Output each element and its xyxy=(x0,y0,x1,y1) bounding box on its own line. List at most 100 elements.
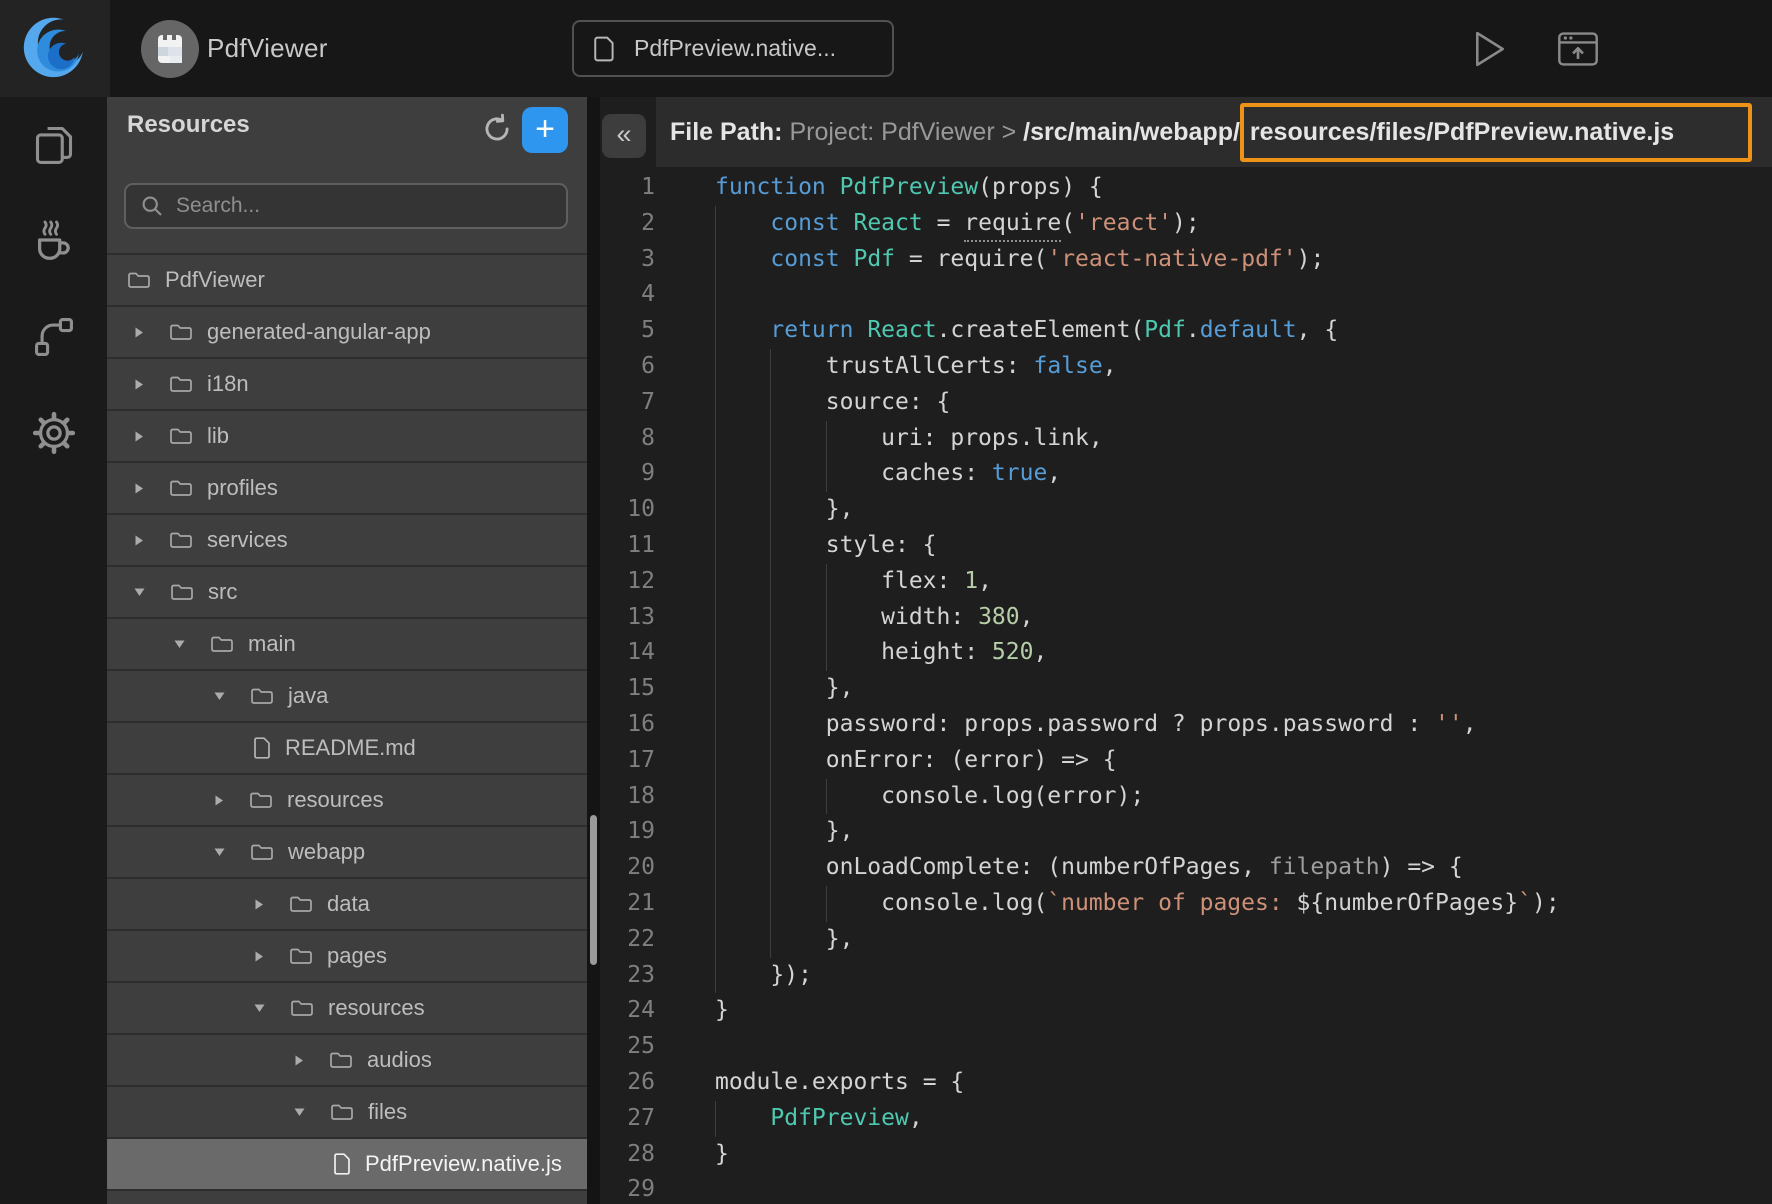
tree-item-pages[interactable]: pages xyxy=(107,931,587,983)
open-in-window-button[interactable] xyxy=(1556,27,1600,76)
indent-guide xyxy=(770,635,825,671)
code-token: false xyxy=(1033,349,1102,385)
tree-item-lib[interactable]: lib xyxy=(107,411,587,463)
chevron-right-icon xyxy=(133,326,145,339)
tree-item-pdfpreview-native-js[interactable]: PdfPreview.native.js xyxy=(107,1139,587,1191)
tree-item-src[interactable]: src xyxy=(107,567,587,619)
code-token: , xyxy=(1463,707,1477,743)
tree-item-label: i18n xyxy=(207,371,249,397)
code-line: 15}, xyxy=(600,671,1772,707)
code-editor: « File Path: Project: PdfViewer > /src/m… xyxy=(600,97,1772,1204)
coffee-rail-button[interactable] xyxy=(0,193,107,289)
document-icon xyxy=(594,36,616,62)
tree-item-label: resources xyxy=(287,787,384,813)
code-token: React xyxy=(867,313,936,349)
tree-item-generated-angular-app[interactable]: generated-angular-app xyxy=(107,307,587,359)
refresh-button[interactable] xyxy=(481,113,513,150)
code-token: , xyxy=(909,1101,923,1137)
line-number: 15 xyxy=(600,671,655,707)
tree-item-webapp[interactable]: webapp xyxy=(107,827,587,879)
indent-guide xyxy=(826,886,881,922)
code-text xyxy=(715,277,770,313)
code-line: 16password: props.password ? props.passw… xyxy=(600,707,1772,743)
collapse-panel-button[interactable]: « xyxy=(602,114,646,158)
indent-guide xyxy=(715,564,770,600)
tree-item-label: main xyxy=(248,631,296,657)
code-text: console.log(`number of pages: ${numberOf… xyxy=(715,886,1560,922)
line-number: 18 xyxy=(600,779,655,815)
tree-item-services[interactable]: services xyxy=(107,515,587,567)
code-text: width: 380, xyxy=(715,600,1033,636)
tree-item-profiles[interactable]: profiles xyxy=(107,463,587,515)
folder-icon xyxy=(169,530,193,550)
folder-icon xyxy=(169,322,193,342)
code-token: function xyxy=(715,170,826,206)
tree-item-resources[interactable]: resources xyxy=(107,983,587,1035)
code-text: password: props.password ? props.passwor… xyxy=(715,707,1477,743)
indent-guide xyxy=(826,779,881,815)
tree-item-label: src xyxy=(208,579,237,605)
tree-item-files[interactable]: files xyxy=(107,1087,587,1139)
code-token: ); xyxy=(1172,206,1200,242)
file-icon xyxy=(253,737,271,759)
file-tab[interactable]: PdfPreview.native... xyxy=(572,20,894,77)
run-button[interactable] xyxy=(1472,28,1508,75)
indent-guide xyxy=(715,385,770,421)
tree-item-readme-md[interactable]: README.md xyxy=(107,723,587,775)
settings-rail-button[interactable] xyxy=(0,385,107,481)
code-token: , xyxy=(1103,349,1117,385)
tree-item-i18n[interactable]: i18n xyxy=(107,359,587,411)
indent-guide xyxy=(770,886,825,922)
code-text: }, xyxy=(715,492,853,528)
indent-guide xyxy=(770,779,825,815)
tree-item-data[interactable]: data xyxy=(107,879,587,931)
code-token: console.log(error); xyxy=(881,779,1144,815)
code-text: height: 520, xyxy=(715,635,1047,671)
add-resource-button[interactable]: + xyxy=(522,107,568,153)
folder-icon xyxy=(249,790,273,810)
app-logo[interactable] xyxy=(0,0,110,97)
tree-item-label: pages xyxy=(327,943,387,969)
code-area[interactable]: 1function PdfPreview(props) {2const Reac… xyxy=(600,170,1772,1204)
line-number: 4 xyxy=(600,277,655,313)
code-token: return xyxy=(770,313,853,349)
line-number: 10 xyxy=(600,492,655,528)
search-input[interactable] xyxy=(176,194,536,218)
tree-item-partial[interactable] xyxy=(107,1191,587,1204)
coffee-icon xyxy=(31,218,77,264)
code-line: 20onLoadComplete: (numberOfPages, filepa… xyxy=(600,850,1772,886)
line-number: 11 xyxy=(600,528,655,564)
code-text: }, xyxy=(715,671,853,707)
code-token: console.log( xyxy=(881,886,1047,922)
code-line: 18 console.log(error); xyxy=(600,779,1772,815)
tree-item-java[interactable]: java xyxy=(107,671,587,723)
search-box[interactable] xyxy=(124,183,568,229)
chevron-right-icon xyxy=(253,898,265,911)
line-number: 23 xyxy=(600,958,655,994)
tree-item-main[interactable]: main xyxy=(107,619,587,671)
line-number: 22 xyxy=(600,922,655,958)
chevron-right-icon xyxy=(253,950,265,963)
documents-rail-button[interactable] xyxy=(0,97,107,193)
indent-guide xyxy=(826,564,881,600)
tree-item-label: generated-angular-app xyxy=(207,319,431,345)
file-path-label: File Path: xyxy=(670,118,789,147)
code-token: Pdf xyxy=(1144,313,1186,349)
code-token: filepath xyxy=(1269,850,1380,886)
folder-icon xyxy=(210,634,234,654)
code-text: }, xyxy=(715,814,853,850)
code-text: flex: 1, xyxy=(715,564,992,600)
tree-scrollbar[interactable] xyxy=(590,815,597,965)
chevron-down-icon xyxy=(213,846,226,858)
indent-guide xyxy=(715,242,770,278)
chevron-right-icon xyxy=(133,482,145,495)
code-token: } xyxy=(715,993,729,1029)
chevron-right-icon xyxy=(133,534,145,547)
tree-item-pdfviewer[interactable]: PdfViewer xyxy=(107,255,587,307)
tree-item-resources[interactable]: resources xyxy=(107,775,587,827)
code-token: (props) { xyxy=(978,170,1103,206)
workflow-rail-button[interactable] xyxy=(0,289,107,385)
code-line: 24} xyxy=(600,993,1772,1029)
tree-item-audios[interactable]: audios xyxy=(107,1035,587,1087)
code-line: 3const Pdf = require('react-native-pdf')… xyxy=(600,242,1772,278)
